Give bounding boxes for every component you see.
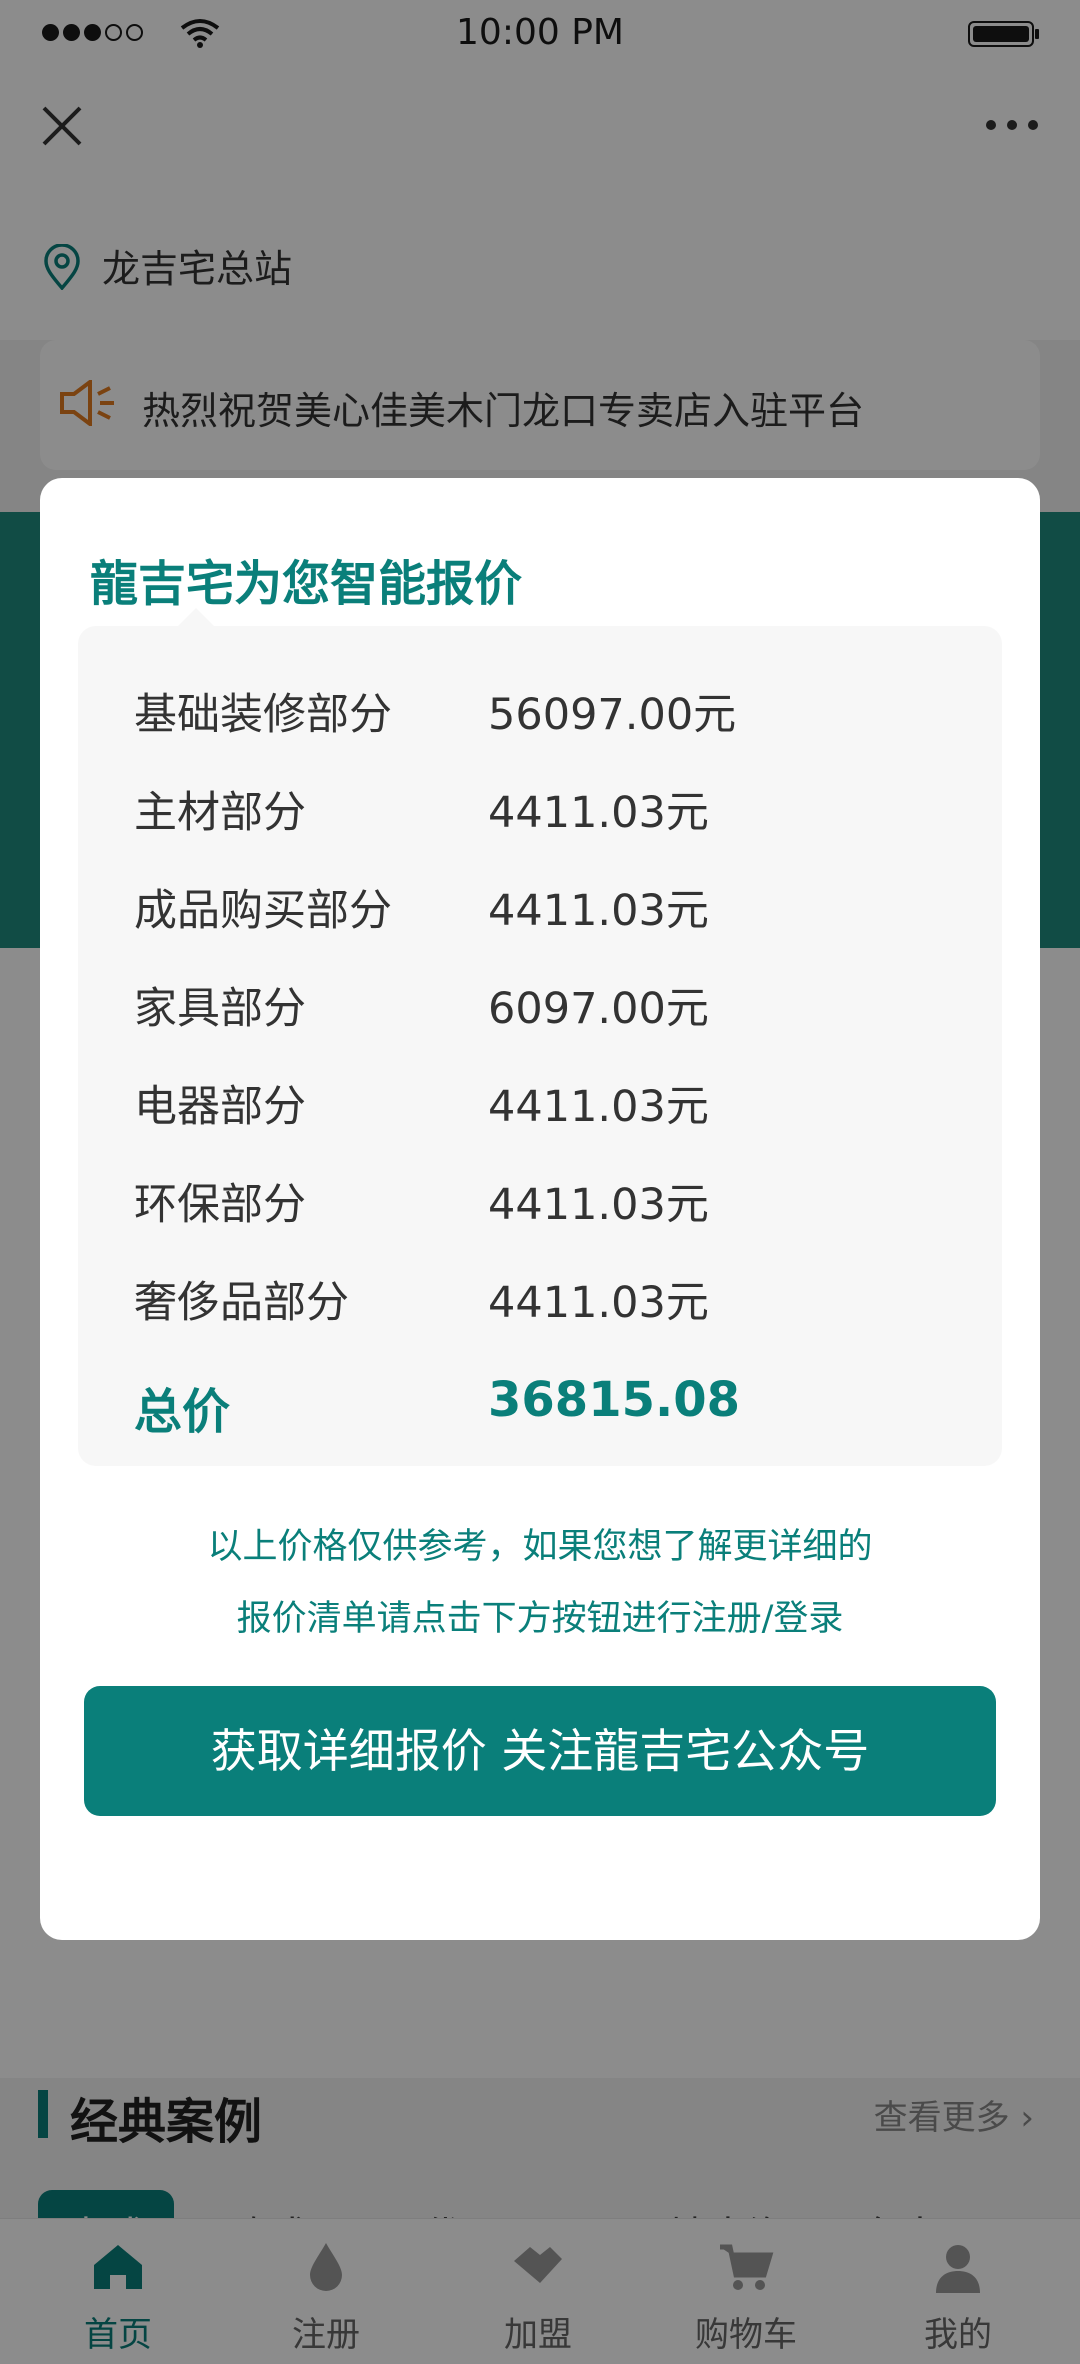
price-row: 电器部分 4411.03元: [78, 1064, 1002, 1134]
price-value: 56097.00元: [488, 690, 737, 740]
total-value: 36815.08: [488, 1372, 741, 1428]
get-quote-button[interactable]: 获取详细报价 关注龍吉宅公众号: [84, 1686, 996, 1816]
price-value: 4411.03元: [488, 1278, 709, 1328]
disclaimer-line-2: 报价清单请点击下方按钮进行注册/登录: [236, 1599, 844, 1639]
price-value: 4411.03元: [488, 886, 709, 936]
price-row: 成品购买部分 4411.03元: [78, 868, 1002, 938]
total-row: 总价 36815.08: [78, 1364, 1002, 1440]
price-value: 4411.03元: [488, 1180, 709, 1230]
price-value: 4411.03元: [488, 1082, 709, 1132]
price-label: 电器部分: [134, 1082, 306, 1132]
price-row: 家具部分 6097.00元: [78, 966, 1002, 1036]
price-label: 奢侈品部分: [134, 1278, 349, 1328]
price-row: 奢侈品部分 4411.03元: [78, 1260, 1002, 1330]
price-label: 基础装修部分: [134, 690, 392, 740]
price-label: 家具部分: [134, 984, 306, 1034]
modal-title: 龍吉宅为您智能报价: [90, 556, 523, 612]
price-label: 主材部分: [134, 788, 306, 838]
price-row: 环保部分 4411.03元: [78, 1162, 1002, 1232]
price-row: 基础装修部分 56097.00元: [78, 672, 1002, 742]
disclaimer-line-1: 以上价格仅供参考，如果您想了解更详细的: [207, 1527, 873, 1567]
quote-modal: 龍吉宅为您智能报价 基础装修部分 56097.00元 主材部分 4411.03元…: [40, 478, 1040, 1940]
price-row: 主材部分 4411.03元: [78, 770, 1002, 840]
title-pointer: [178, 608, 214, 626]
price-label: 成品购买部分: [134, 886, 392, 936]
total-label: 总价: [134, 1384, 231, 1440]
price-breakdown: 基础装修部分 56097.00元 主材部分 4411.03元 成品购买部分 44…: [78, 626, 1002, 1466]
app-screen: 10:00 PM 龙吉宅总站 热烈祝贺美心佳美木门龙口专卖店入驻平台 经典案例 …: [0, 0, 1080, 2364]
price-value: 6097.00元: [488, 984, 709, 1034]
price-value: 4411.03元: [488, 788, 709, 838]
price-label: 环保部分: [134, 1180, 306, 1230]
